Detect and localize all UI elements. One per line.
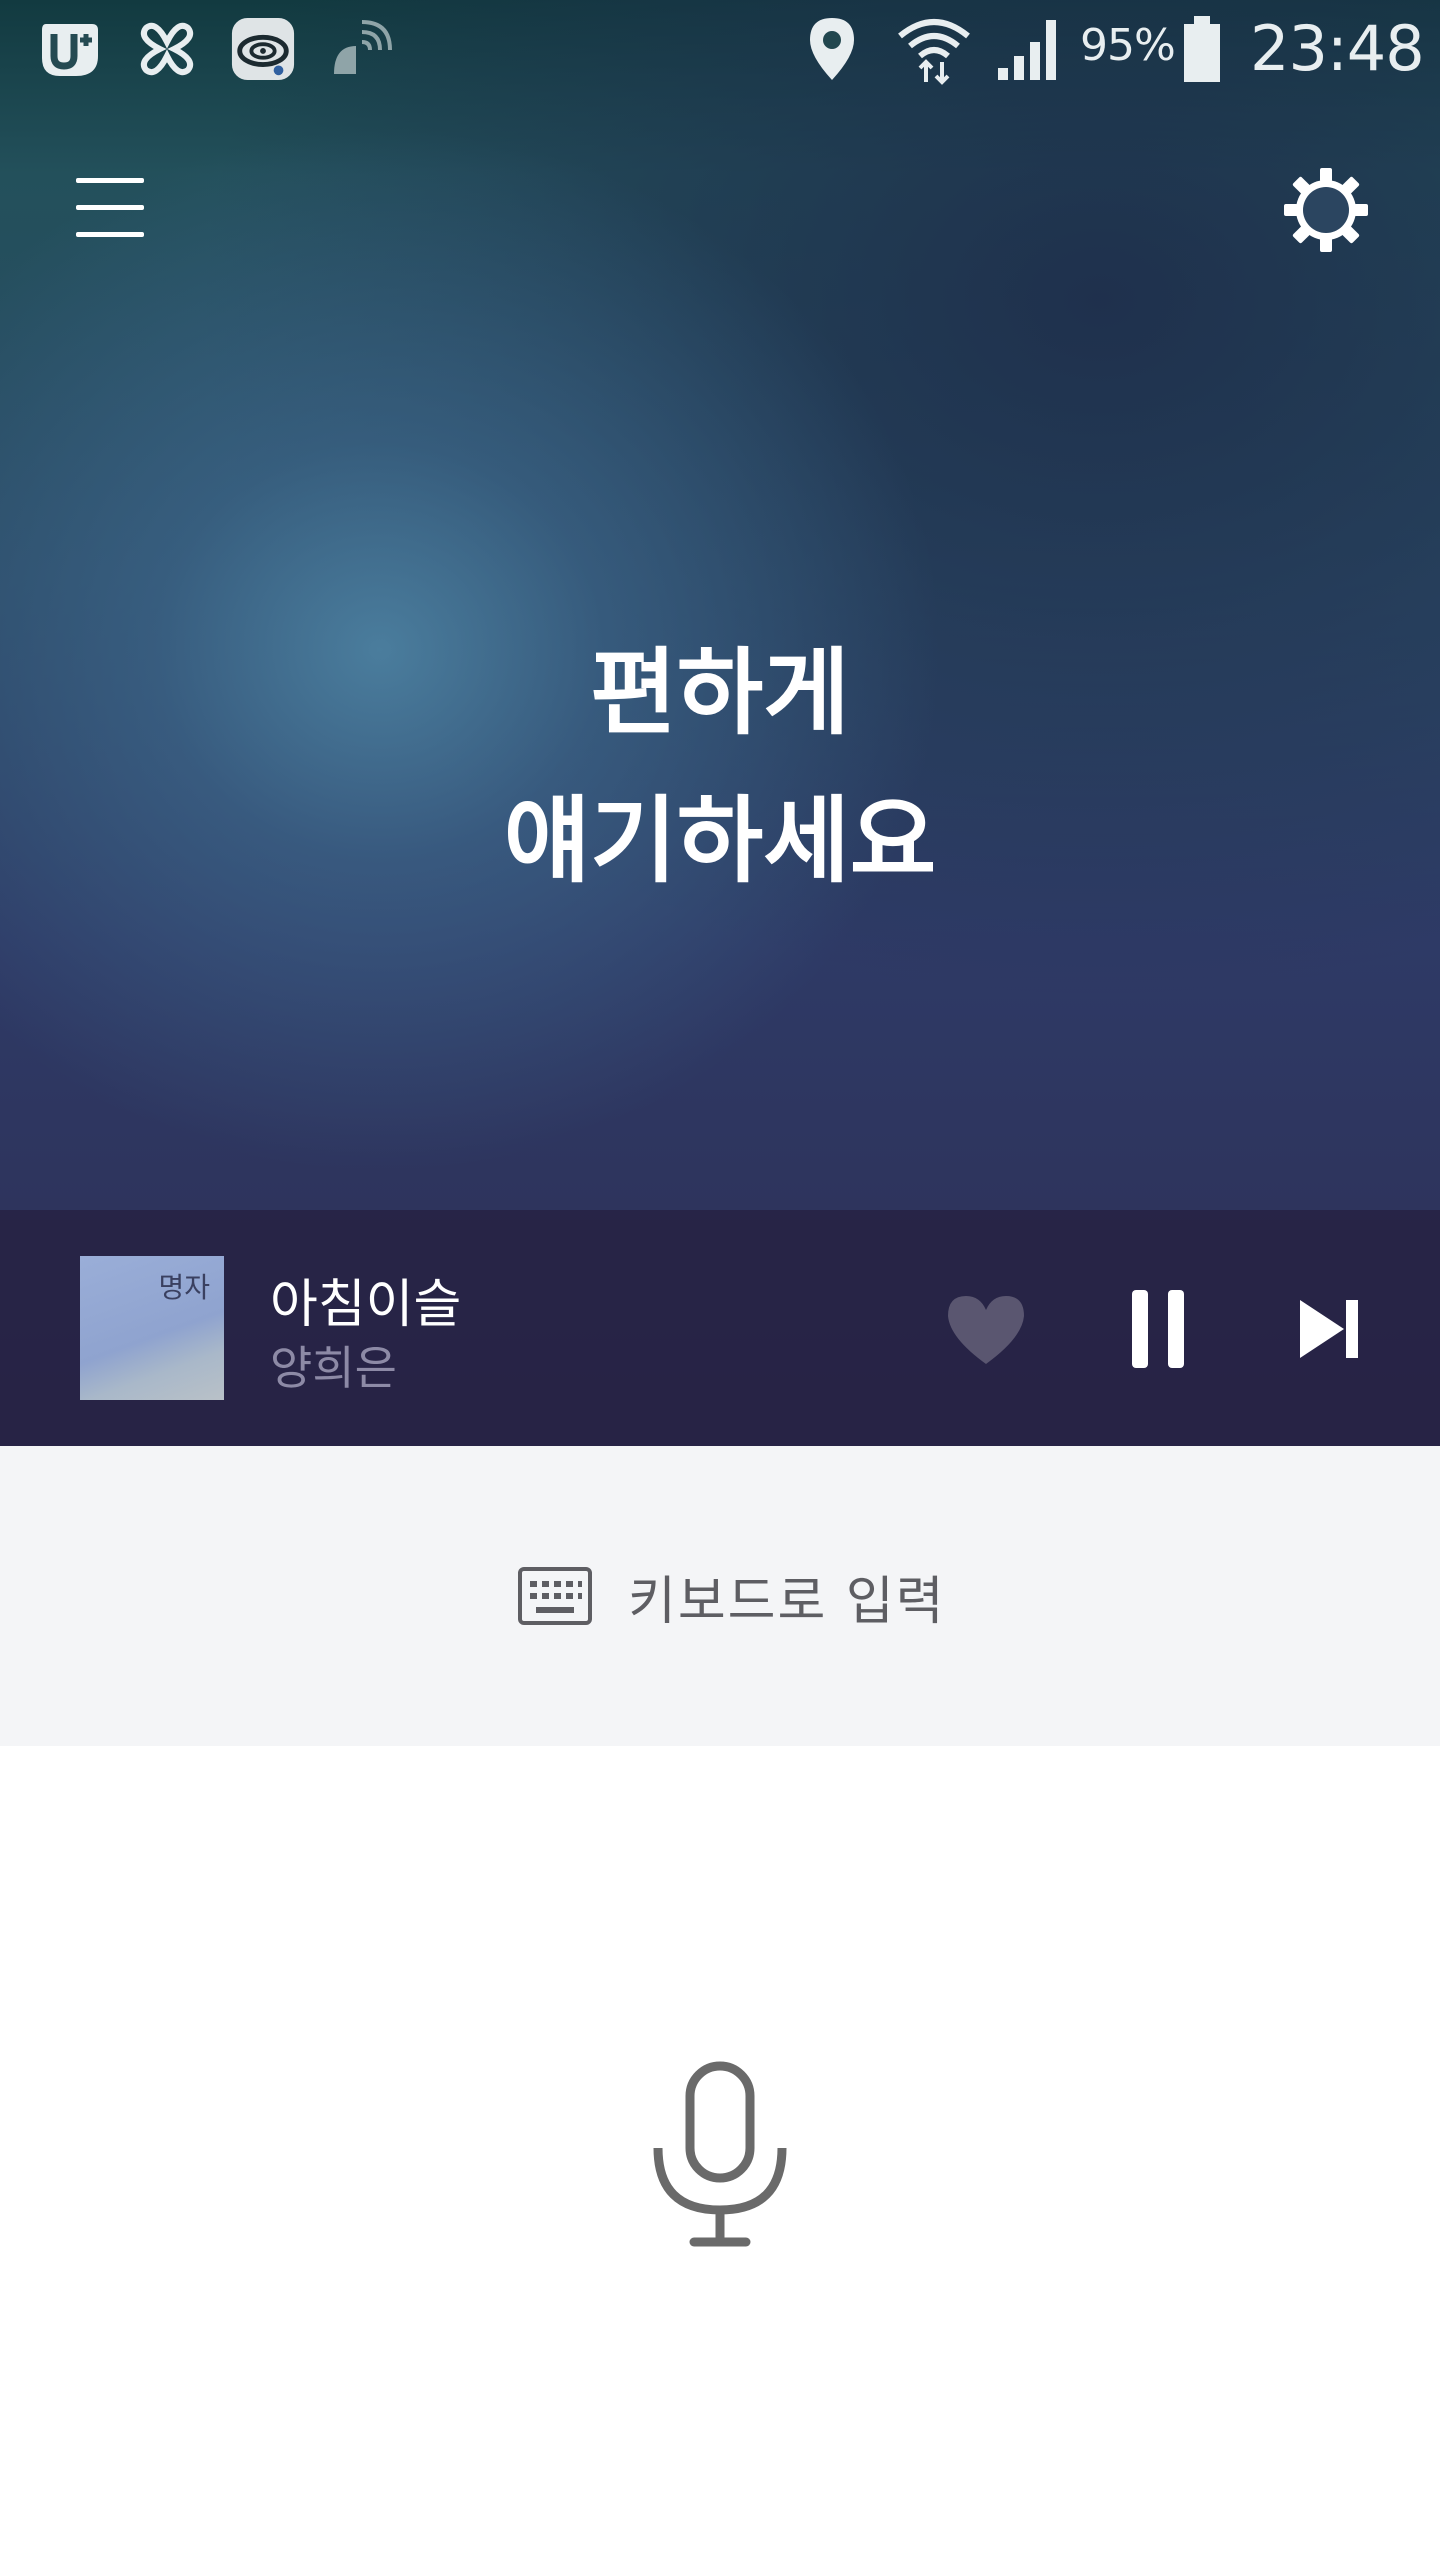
- signal-bars-icon: [994, 14, 1064, 88]
- battery-icon: [1180, 14, 1224, 90]
- prompt-line-1: 편하게: [590, 639, 850, 748]
- keyboard-icon: [518, 1567, 592, 1625]
- location-pin-icon: [802, 14, 862, 88]
- wifi-icon: [896, 14, 972, 90]
- u-plus-icon: [36, 16, 102, 82]
- keyboard-input-panel: 키보드로 입력: [0, 1446, 1440, 1746]
- settings-button[interactable]: [1280, 164, 1372, 256]
- prompt-line-2: 얘기하세요: [503, 787, 937, 896]
- album-art-text: 명자: [158, 1271, 210, 1304]
- pause-icon: [1132, 1290, 1184, 1368]
- microphone-button[interactable]: [650, 2060, 790, 2250]
- song-artist: 양희은: [270, 1341, 397, 1395]
- status-bar: 95% 23:48: [0, 0, 1440, 100]
- voice-input-panel: [0, 1746, 1440, 2560]
- voice-assistant-hero: 95% 23:48 편하게 얘기하세요 명자 아침이슬 양희은: [0, 0, 1440, 1446]
- next-track-button[interactable]: [1296, 1296, 1362, 1362]
- song-title[interactable]: 아침이슬: [270, 1262, 461, 1337]
- skip-next-icon: [1300, 1300, 1358, 1358]
- status-clock: 23:48: [1250, 12, 1425, 85]
- heart-icon: [948, 1296, 1024, 1364]
- menu-button[interactable]: [72, 170, 148, 244]
- keyboard-input-button[interactable]: 키보드로 입력: [518, 1556, 946, 1636]
- satellite-dish-icon: [326, 16, 392, 82]
- clover-icon: [134, 16, 200, 82]
- hamburger-menu-icon: [76, 178, 144, 237]
- pause-button[interactable]: [1126, 1286, 1190, 1372]
- voice-prompt: 편하게 얘기하세요: [0, 620, 1440, 916]
- app-disc-icon: [230, 16, 296, 82]
- keyboard-input-label: 키보드로 입력: [628, 1571, 946, 1632]
- battery-percent: 95%: [1080, 20, 1176, 71]
- now-playing-bar: 명자 아침이슬 양희은: [0, 1210, 1440, 1446]
- album-art[interactable]: 명자: [80, 1256, 224, 1400]
- microphone-icon: [653, 2061, 787, 2247]
- like-button[interactable]: [944, 1292, 1028, 1368]
- gear-icon: [1284, 168, 1368, 252]
